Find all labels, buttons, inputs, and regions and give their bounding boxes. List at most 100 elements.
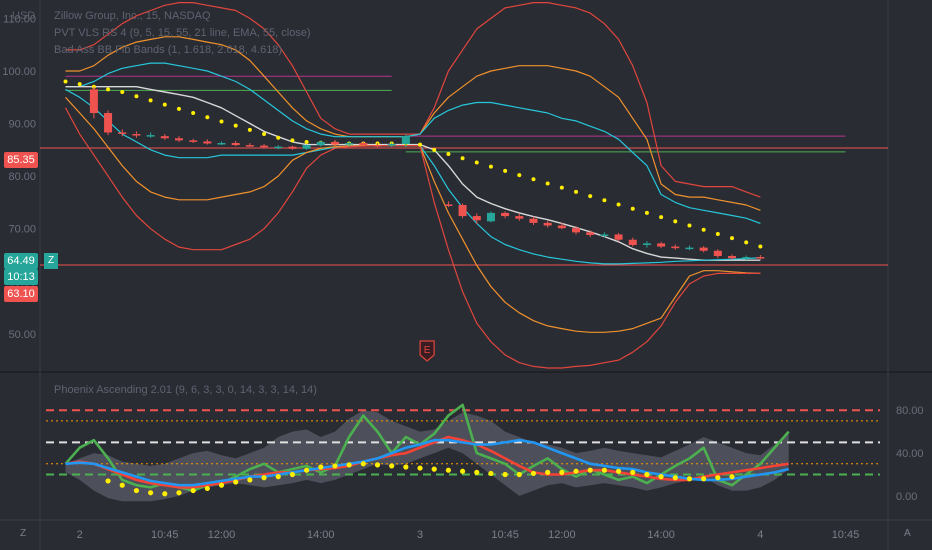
candle-body <box>628 239 637 245</box>
oscillator-dot <box>389 463 395 469</box>
indicator-label-fib-bands[interactable]: Bad Ass BB Fib Bands (1, 1.618, 2.618, 4… <box>54 44 282 56</box>
time-axis-tick: 3 <box>417 529 423 541</box>
oscillator-dot <box>247 477 253 483</box>
oscillator-dot <box>133 487 140 494</box>
candle-body <box>543 222 552 226</box>
oscillator-dot <box>445 467 452 473</box>
band-line-red_lower <box>64 107 761 369</box>
candle-body <box>685 247 694 250</box>
chart-title: Zillow Group, Inc., 15, NASDAQ <box>54 10 211 22</box>
candle-body <box>345 142 354 145</box>
sar-dot <box>574 189 579 194</box>
sar-dot <box>148 98 153 103</box>
price-tag-last: 64.49 <box>4 253 38 269</box>
sar-dot <box>276 135 281 140</box>
candle-body <box>657 243 666 247</box>
indicator-label-pvt[interactable]: PVT VLS RS 4 (9, 5, 15, 55, 21 line, EMA… <box>54 27 311 39</box>
sar-dot <box>730 236 735 241</box>
band-line-cyan_lower <box>65 88 761 265</box>
oscillator-dot <box>587 467 593 473</box>
candle-body <box>614 234 623 240</box>
sar-dot <box>176 106 181 111</box>
time-axis-tick: 14:00 <box>307 529 335 541</box>
oscillator-y-tick: 0.00 <box>896 491 917 503</box>
sar-dot <box>460 156 465 161</box>
oscillator-dot <box>204 485 210 492</box>
oscillator-dot <box>644 471 650 478</box>
candle-body <box>231 142 240 146</box>
oscillator-dot <box>729 474 735 480</box>
earnings-badge-label: E <box>424 345 431 356</box>
candle-body <box>742 257 751 259</box>
sar-dot <box>219 119 224 124</box>
time-axis-tick: 14:00 <box>647 529 675 541</box>
oscillator-dot <box>658 474 664 480</box>
candle-body <box>160 136 169 139</box>
symbol-tag: Z <box>44 253 58 269</box>
price-y-tick: 70.00 <box>8 224 36 236</box>
oscillator-dot <box>374 462 381 468</box>
oscillator-dot <box>545 469 551 475</box>
sar-dot <box>106 87 111 92</box>
candle-body <box>359 142 368 146</box>
band-line-basis <box>65 85 761 261</box>
oscillator-dot <box>275 474 281 480</box>
sar-dot <box>262 132 267 137</box>
oscillator-dot <box>403 464 409 470</box>
sar-dot <box>162 102 167 107</box>
sar-dot <box>474 160 479 165</box>
sar-dot <box>63 79 68 84</box>
oscillator-dot <box>559 469 565 475</box>
oscillator-label[interactable]: Phoenix Ascending 2.01 (9, 6, 3, 3, 0, 1… <box>54 384 317 396</box>
candle-body <box>472 216 481 221</box>
oscillator-dot <box>573 468 579 474</box>
oscillator-dot <box>530 470 537 477</box>
candle-body <box>642 243 651 245</box>
candle-body <box>118 132 127 134</box>
price-y-tick: 90.00 <box>8 119 36 131</box>
candle-body <box>373 145 382 147</box>
candle-body <box>89 89 98 114</box>
oscillator-dot <box>431 466 437 472</box>
oscillator-dot <box>630 469 636 475</box>
sar-dot <box>120 90 125 94</box>
oscillator-dot <box>686 476 693 482</box>
candle-body <box>387 144 396 146</box>
oscillator-dot <box>502 471 508 478</box>
oscillator-dot <box>672 475 678 481</box>
timezone-button[interactable]: Z <box>20 528 26 539</box>
candle-body <box>728 256 737 259</box>
oscillator-dot <box>119 482 125 488</box>
price-y-tick: 80.00 <box>8 171 36 183</box>
sar-dot <box>588 194 593 199</box>
candle-body <box>316 141 325 146</box>
price-tag-current: 85.35 <box>4 152 38 168</box>
sar-dot <box>134 94 139 99</box>
sar-dot <box>432 147 437 152</box>
candle-body <box>288 146 297 149</box>
sar-dot <box>418 142 423 147</box>
sar-dot <box>744 240 749 245</box>
oscillator-dot <box>701 476 707 482</box>
chart-canvas[interactable]: 110.00100.0090.0080.0070.0060.0050.0080.… <box>0 0 932 550</box>
sar-dot <box>503 168 508 173</box>
oscillator-dot <box>261 475 267 481</box>
auto-scale-button[interactable]: A <box>904 528 911 539</box>
time-axis-tick: 10:45 <box>491 529 519 541</box>
candle-body <box>501 212 510 217</box>
oscillator-dot <box>715 475 721 481</box>
sar-dot <box>644 210 649 215</box>
time-axis-tick: 12:00 <box>208 529 236 541</box>
oscillator-dot <box>488 470 494 477</box>
candle-body <box>529 218 538 223</box>
candle-body <box>132 134 141 136</box>
oscillator-dot <box>162 491 168 497</box>
time-axis-tick: 4 <box>757 529 763 541</box>
oscillator-dot <box>417 465 423 471</box>
time-axis-tick: 2 <box>77 529 83 541</box>
candle-body <box>458 205 467 217</box>
oscillator-dot <box>148 490 154 496</box>
sar-dot <box>758 244 763 249</box>
candle-body <box>401 136 410 145</box>
sar-dot <box>545 181 550 186</box>
